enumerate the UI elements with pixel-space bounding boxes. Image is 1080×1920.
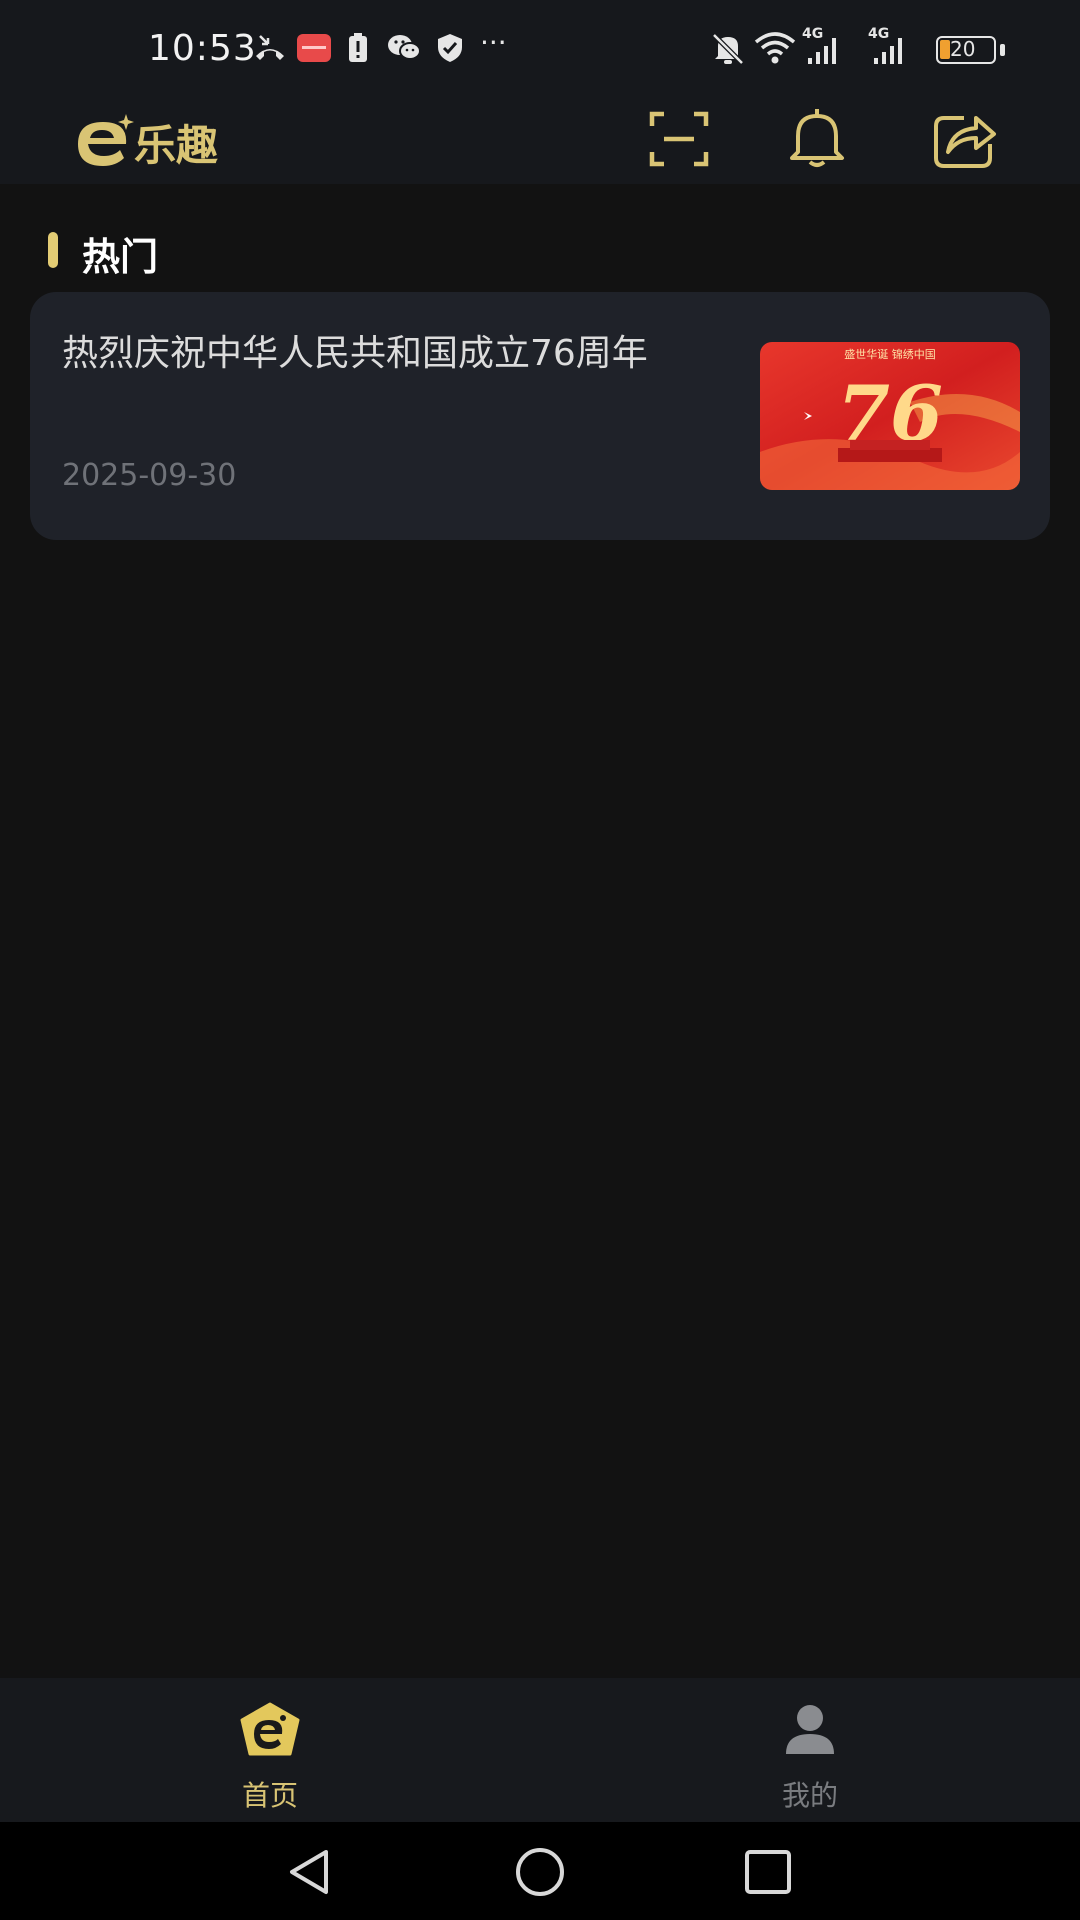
nav-home[interactable]: 首页: [170, 1678, 370, 1822]
battery-icon: 20: [936, 36, 996, 64]
app-header: 乐趣: [0, 100, 1080, 184]
anniversary-image: 盛世华诞 锦绣中国 76: [760, 342, 1020, 490]
nav-home-label: 首页: [241, 1779, 298, 1812]
home-icon: [240, 1702, 300, 1756]
logo-e-icon: [78, 114, 134, 166]
logo-text: 乐趣: [134, 121, 219, 170]
home-circle-icon[interactable]: [512, 1844, 568, 1900]
share-button[interactable]: [930, 104, 1000, 174]
article-card[interactable]: 热烈庆祝中华人民共和国成立76周年 2025-09-30 盛世华诞 锦绣中国 7…: [30, 292, 1050, 540]
mute-bell-icon: [712, 33, 744, 65]
more-notifications-icon: ···: [480, 26, 507, 59]
section-accent-bar: [48, 232, 58, 268]
article-title: 热烈庆祝中华人民共和国成立76周年: [62, 333, 648, 374]
wechat-icon: [388, 35, 421, 60]
shield-icon: [438, 34, 462, 62]
article-thumbnail: 盛世华诞 锦绣中国 76: [760, 342, 1020, 490]
missed-call-icon: [256, 35, 284, 60]
status-system-icons: 4G 4G 20: [710, 26, 1020, 70]
recents-icon[interactable]: [740, 1844, 796, 1900]
battery-level: 20: [950, 37, 976, 61]
bottom-navigation: 首页 我的: [0, 1678, 1080, 1822]
scan-icon: [649, 111, 709, 167]
signal-icon-2: [874, 38, 902, 64]
scan-button[interactable]: [644, 104, 714, 174]
article-date: 2025-09-30: [62, 458, 237, 493]
share-icon: [934, 116, 996, 168]
person-icon: [786, 1705, 834, 1754]
wifi-icon: [754, 32, 796, 64]
notification-button[interactable]: [782, 104, 852, 174]
system-navigation-bar: [0, 1822, 1080, 1920]
nav-profile[interactable]: 我的: [710, 1678, 910, 1822]
battery-tip: [1000, 44, 1005, 56]
status-time: 10:53: [148, 28, 257, 69]
nav-profile-label: 我的: [781, 1779, 838, 1812]
battery-alert-icon: [349, 33, 367, 62]
back-icon[interactable]: [282, 1844, 338, 1900]
signal-icon-1: [808, 38, 836, 64]
status-bar: 10:53 ··· 4G 4G 20: [0, 0, 1080, 100]
thumb-caption: 盛世华诞 锦绣中国: [844, 347, 936, 361]
section-title: 热门: [82, 235, 159, 279]
bell-icon: [790, 109, 844, 167]
shopping-app-icon: [297, 34, 331, 62]
